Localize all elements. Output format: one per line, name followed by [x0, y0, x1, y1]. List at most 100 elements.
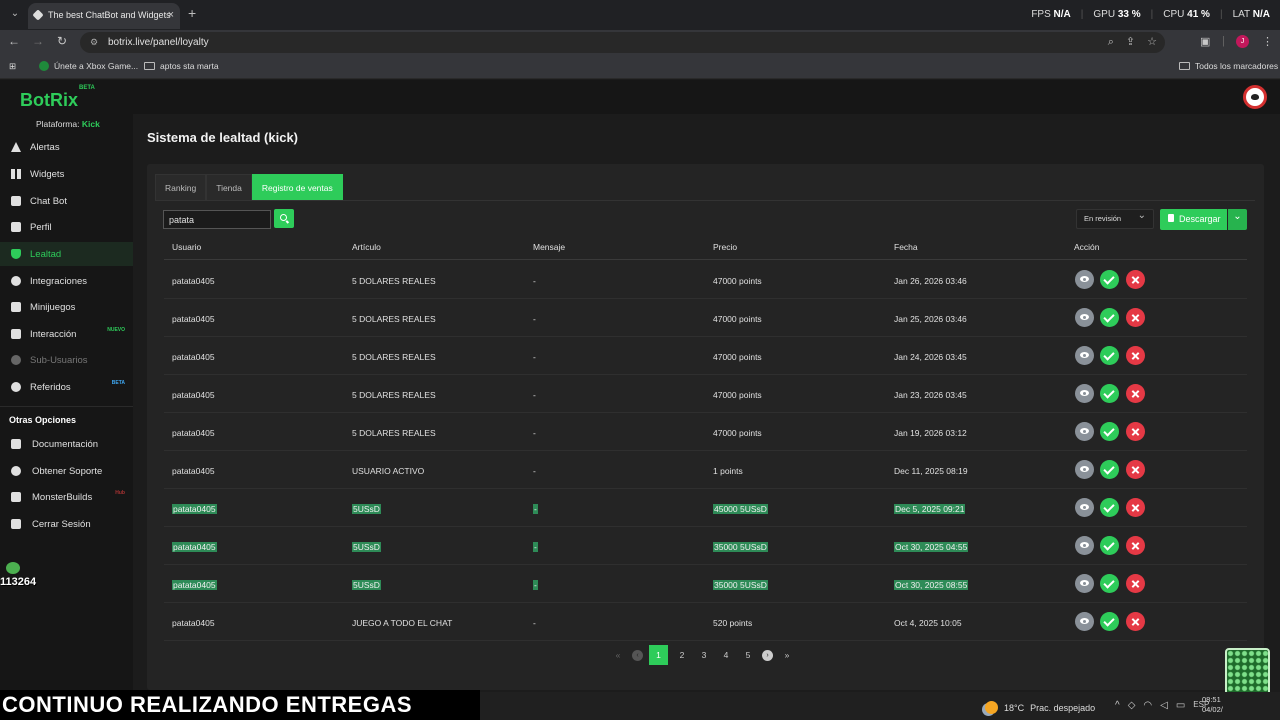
bookmark-star-icon[interactable]: ☆: [1147, 32, 1157, 53]
cell-articulo: JUEGO A TODO EL CHAT: [352, 618, 453, 628]
cell-articulo: 5USsD: [352, 504, 381, 514]
profile-avatar[interactable]: J: [1236, 35, 1249, 48]
prev-page-button[interactable]: ‹: [632, 649, 643, 661]
approve-button[interactable]: [1100, 536, 1119, 555]
reject-button[interactable]: [1126, 460, 1145, 479]
perf-cpu: CPU 41 %: [1163, 9, 1210, 20]
new-tab-button[interactable]: +: [188, 5, 196, 21]
reject-button[interactable]: [1126, 270, 1145, 289]
download-button[interactable]: Descargar: [1160, 209, 1227, 230]
approve-button[interactable]: [1100, 574, 1119, 593]
view-button[interactable]: [1075, 612, 1094, 631]
taskbar-clock[interactable]: 08:51 04/02/: [1202, 695, 1223, 715]
cell-fecha: Jan 24, 2026 03:45: [894, 352, 967, 362]
download-options-chevron-icon[interactable]: ⌄: [1228, 209, 1247, 230]
volume-icon[interactable]: ◁: [1160, 700, 1168, 711]
page-button[interactable]: 3: [696, 645, 712, 665]
page-button[interactable]: 2: [674, 645, 690, 665]
weather-widget[interactable]: 18°C Prac. despejado: [985, 701, 1095, 714]
status-filter-select[interactable]: En revisión: [1076, 207, 1154, 229]
browser-menu-icon[interactable]: ⋮: [1262, 35, 1273, 48]
all-bookmarks[interactable]: Todos los marcadores: [1179, 61, 1278, 71]
sidebar-item-referidos[interactable]: Referidos BETA: [0, 375, 133, 399]
view-button[interactable]: [1075, 346, 1094, 365]
tab-ranking[interactable]: Ranking: [155, 174, 207, 200]
approve-button[interactable]: [1100, 346, 1119, 365]
tab-search-chevron-icon[interactable]: ⌄: [6, 6, 24, 22]
tab-tienda[interactable]: Tienda: [206, 174, 252, 200]
site-info-icon[interactable]: ⚙: [90, 32, 98, 53]
user-avatar[interactable]: [1243, 85, 1267, 109]
page-button[interactable]: 1: [649, 645, 668, 665]
sidebar-item-lealtad[interactable]: Lealtad: [0, 242, 133, 266]
header-precio[interactable]: Precio: [713, 242, 737, 252]
view-button[interactable]: [1075, 422, 1094, 441]
reject-button[interactable]: [1126, 612, 1145, 631]
back-arrow-icon[interactable]: ←: [6, 34, 22, 48]
header-mensaje[interactable]: Mensaje: [533, 242, 565, 252]
share-icon[interactable]: ⇪: [1126, 32, 1135, 53]
page-button[interactable]: 5: [740, 645, 756, 665]
sidebar-item-interaccion[interactable]: Interacción NUEVO: [0, 322, 133, 346]
sidebar-item-documentacion[interactable]: Documentación: [0, 432, 133, 456]
search-input[interactable]: [163, 210, 271, 229]
show-hidden-icons-chevron-icon[interactable]: ^: [1115, 700, 1120, 711]
header-articulo[interactable]: Artículo: [352, 242, 381, 252]
next-page-button[interactable]: ›: [762, 649, 773, 661]
sidebar-item-monsterbuilds[interactable]: MonsterBuilds Hub: [0, 485, 133, 509]
page-button[interactable]: 4: [718, 645, 734, 665]
forward-arrow-icon[interactable]: →: [30, 34, 46, 48]
view-button[interactable]: [1075, 460, 1094, 479]
cell-fecha: Oct 30, 2025 08:55: [894, 580, 969, 590]
bookmark-xbox[interactable]: Únete a Xbox Game...: [39, 61, 138, 71]
reject-button[interactable]: [1126, 574, 1145, 593]
tab-close-icon[interactable]: ×: [168, 3, 174, 27]
sidebar-item-soporte[interactable]: Obtener Soporte: [0, 459, 133, 483]
first-page-button[interactable]: «: [610, 645, 626, 665]
reject-button[interactable]: [1126, 536, 1145, 555]
header-usuario[interactable]: Usuario: [172, 242, 201, 252]
botrix-logo[interactable]: BotRixBETA: [20, 85, 95, 111]
sidebar-item-integraciones[interactable]: Integraciones: [0, 269, 133, 293]
view-button[interactable]: [1075, 574, 1094, 593]
approve-button[interactable]: [1100, 422, 1119, 441]
view-button[interactable]: [1075, 308, 1094, 327]
sidebar-item-perfil[interactable]: Perfil: [0, 215, 133, 239]
sidebar-item-widgets[interactable]: Widgets: [0, 162, 133, 186]
search-button[interactable]: [274, 209, 294, 228]
sidebar-item-alertas[interactable]: Alertas: [0, 135, 133, 159]
reject-button[interactable]: [1126, 308, 1145, 327]
sidebar-item-minijuegos[interactable]: Minijuegos: [0, 295, 133, 319]
sidebar-item-sub-usuarios[interactable]: Sub-Usuarios: [0, 348, 133, 372]
last-page-button[interactable]: »: [779, 645, 795, 665]
approve-button[interactable]: [1100, 612, 1119, 631]
wifi-icon[interactable]: ◠: [1143, 700, 1152, 711]
zoom-icon[interactable]: ⌕: [1108, 32, 1114, 53]
tab-registro-de-ventas[interactable]: Registro de ventas: [251, 174, 343, 200]
browser-tab[interactable]: The best ChatBot and Widgets ×: [28, 3, 180, 29]
approve-button[interactable]: [1100, 308, 1119, 327]
extensions-icon[interactable]: ▣: [1200, 35, 1210, 48]
sidebar-item-chat-bot[interactable]: Chat Bot: [0, 189, 133, 213]
partly-sunny-icon: [985, 701, 998, 714]
reject-button[interactable]: [1126, 384, 1145, 403]
reject-button[interactable]: [1126, 346, 1145, 365]
network-icon[interactable]: ◇: [1128, 700, 1136, 711]
reject-button[interactable]: [1126, 498, 1145, 517]
view-button[interactable]: [1075, 384, 1094, 403]
approve-button[interactable]: [1100, 384, 1119, 403]
sidebar-item-cerrar-sesion[interactable]: Cerrar Sesión: [0, 512, 133, 536]
apps-grid-icon[interactable]: ⊞: [9, 61, 16, 72]
view-button[interactable]: [1075, 498, 1094, 517]
battery-icon[interactable]: ▭: [1176, 700, 1185, 711]
url-field[interactable]: ⚙ botrix.live/panel/loyalty ⌕ ⇪ ☆: [80, 32, 1165, 53]
approve-button[interactable]: [1100, 270, 1119, 289]
bookmark-folder-aptos[interactable]: aptos sta marta: [144, 61, 219, 71]
reload-icon[interactable]: ↻: [54, 34, 70, 48]
approve-button[interactable]: [1100, 498, 1119, 517]
header-fecha[interactable]: Fecha: [894, 242, 918, 252]
view-button[interactable]: [1075, 536, 1094, 555]
approve-button[interactable]: [1100, 460, 1119, 479]
reject-button[interactable]: [1126, 422, 1145, 441]
view-button[interactable]: [1075, 270, 1094, 289]
